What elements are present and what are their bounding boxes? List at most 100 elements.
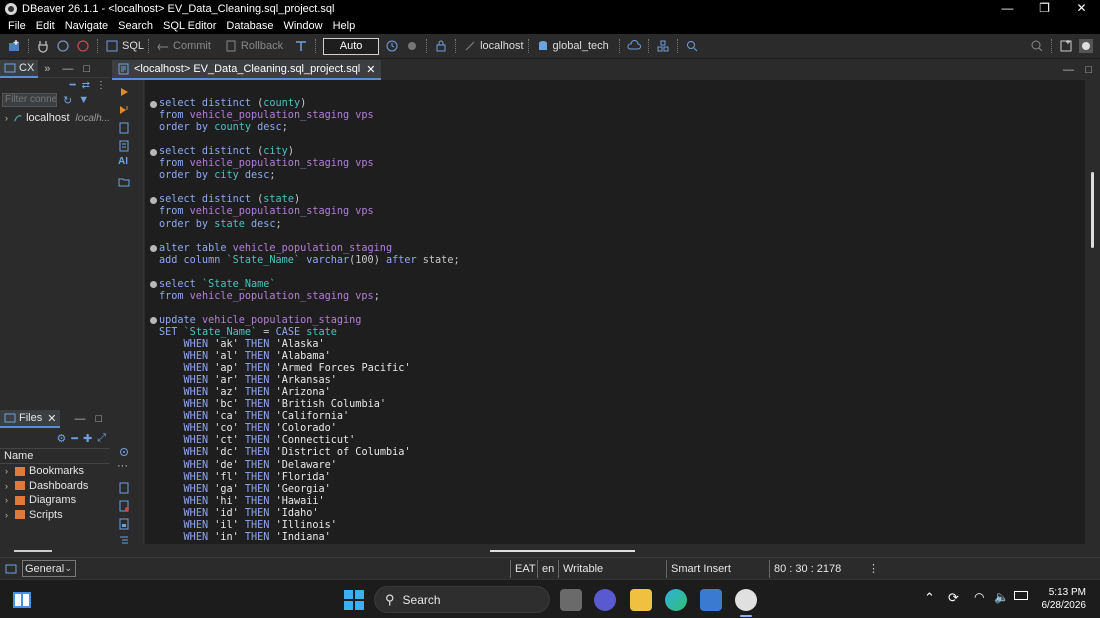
settings-gear-icon[interactable]: ⚙: [56, 432, 66, 445]
more-tabs-icon[interactable]: »: [44, 63, 50, 75]
ai-assistant-icon[interactable]: AI: [118, 156, 128, 167]
navigator-item-localhost[interactable]: › localhost localh...: [0, 110, 110, 126]
minimize-editor-icon[interactable]: —: [1063, 64, 1074, 76]
execute-statement-icon[interactable]: [118, 86, 130, 98]
battery-icon[interactable]: [1014, 591, 1028, 600]
execute-script-icon[interactable]: [118, 122, 130, 134]
more-actions-icon[interactable]: ···: [117, 460, 128, 472]
tab-sql-script[interactable]: <localhost> EV_Data_Cleaning.sql_project…: [112, 60, 382, 80]
chat-icon[interactable]: [594, 589, 616, 611]
editor-horizontal-scrollbar[interactable]: [145, 544, 1085, 557]
menu-search[interactable]: Search: [113, 20, 158, 32]
link-editor-icon[interactable]: ⇄: [82, 80, 90, 91]
new-script-icon[interactable]: [118, 482, 130, 494]
execute-new-tab-icon[interactable]: [118, 104, 130, 116]
menu-help[interactable]: Help: [328, 20, 361, 32]
expand-arrow-icon[interactable]: ›: [5, 495, 15, 505]
cloud-icon[interactable]: [627, 39, 641, 53]
files-column-header[interactable]: Name: [0, 448, 110, 464]
menu-sql-editor[interactable]: SQL Editor: [158, 20, 221, 32]
perspective-window-icon[interactable]: [5, 563, 17, 575]
sql-editor-button[interactable]: SQL: [102, 34, 144, 59]
statement-marker[interactable]: [150, 317, 157, 325]
dbeaver-perspective-icon[interactable]: [1079, 39, 1093, 53]
dbeaver-taskbar-icon[interactable]: [735, 589, 757, 611]
commit-button[interactable]: Commit: [153, 34, 211, 59]
filter-funnel-icon[interactable]: ▼: [78, 94, 89, 106]
status-menu-icon[interactable]: ⋮: [868, 562, 879, 575]
new-connection-icon[interactable]: [7, 39, 21, 53]
collapse-all-icon[interactable]: ━: [70, 80, 76, 91]
menu-window[interactable]: Window: [278, 20, 327, 32]
expand-arrow-icon[interactable]: ›: [5, 510, 15, 520]
maximize-editor-icon[interactable]: □: [1085, 64, 1092, 76]
open-folder-icon[interactable]: [118, 176, 130, 188]
save-script-icon[interactable]: [118, 518, 130, 530]
files-item-dashboards[interactable]: › Dashboards: [0, 479, 110, 494]
reconnect-icon[interactable]: [56, 39, 70, 53]
global-search-icon[interactable]: [1030, 39, 1044, 53]
sql-code-editor[interactable]: select distinct (county) from vehicle_pop…: [145, 80, 1085, 544]
taskbar-search-box[interactable]: ⚲ Search: [374, 586, 550, 613]
files-item-scripts[interactable]: › Scripts: [0, 508, 110, 523]
outline-icon[interactable]: [118, 534, 130, 546]
editor-settings-icon[interactable]: [118, 446, 130, 458]
close-editor-tab-icon[interactable]: ✕: [366, 63, 375, 76]
close-button[interactable]: ✕: [1063, 0, 1100, 18]
horizontal-scroll-thumb[interactable]: [490, 550, 635, 552]
edge-browser-icon[interactable]: [665, 589, 687, 611]
rollback-button[interactable]: Rollback: [221, 34, 283, 59]
minimize-button[interactable]: —: [989, 0, 1026, 18]
windows-start-icon[interactable]: [343, 589, 365, 611]
tab-database-navigator[interactable]: CX: [0, 59, 39, 78]
close-files-tab-icon[interactable]: ✕: [47, 412, 56, 425]
link-files-icon[interactable]: ⤢: [97, 432, 106, 445]
volume-icon[interactable]: 🔈: [994, 590, 1009, 604]
sync-icon[interactable]: ⟳: [948, 590, 959, 606]
tab-files[interactable]: Files ✕: [0, 410, 61, 428]
files-item-diagrams[interactable]: › Diagrams: [0, 493, 110, 508]
expand-arrow-icon[interactable]: ›: [5, 481, 15, 491]
refresh-filter-icon[interactable]: ↻: [63, 94, 72, 107]
menu-file[interactable]: File: [3, 20, 31, 32]
files-item-bookmarks[interactable]: › Bookmarks: [0, 464, 110, 479]
system-clock[interactable]: 5:13 PM 6/28/2026: [1042, 586, 1087, 612]
delete-script-icon[interactable]: [118, 500, 130, 512]
transaction-mode-selector[interactable]: Auto: [323, 37, 380, 55]
add-file-icon[interactable]: ✚: [83, 432, 92, 445]
transaction-mode-icon[interactable]: [294, 39, 308, 53]
maximize-panel-icon[interactable]: □: [83, 63, 90, 75]
schema-icon[interactable]: [656, 39, 670, 53]
editor-vertical-scrollbar[interactable]: [1085, 80, 1100, 544]
menu-edit[interactable]: Edit: [31, 20, 60, 32]
statement-marker[interactable]: [150, 196, 157, 204]
disconnect-icon[interactable]: [76, 39, 90, 53]
stop-icon[interactable]: [405, 39, 419, 53]
navigator-menu-icon[interactable]: ⋮: [96, 80, 106, 91]
expand-arrow-icon[interactable]: ›: [5, 466, 15, 476]
collapse-files-icon[interactable]: ━: [71, 432, 78, 445]
wifi-icon[interactable]: ◠: [974, 590, 984, 604]
file-explorer-icon[interactable]: [630, 589, 652, 611]
menu-database[interactable]: Database: [221, 20, 278, 32]
minimize-files-icon[interactable]: —: [74, 413, 85, 425]
microsoft-store-icon[interactable]: [700, 589, 722, 611]
connection-filter-input[interactable]: Filter conne: [2, 93, 57, 107]
statement-marker[interactable]: [150, 148, 157, 156]
active-database-selector[interactable]: global_tech: [533, 34, 609, 59]
connect-icon[interactable]: [36, 39, 50, 53]
maximize-files-icon[interactable]: □: [95, 413, 102, 425]
statement-marker[interactable]: [150, 100, 157, 108]
explain-plan-icon[interactable]: [118, 140, 130, 152]
files-hscrollbar[interactable]: [14, 550, 52, 552]
task-view-icon[interactable]: [560, 589, 582, 611]
minimize-panel-icon[interactable]: —: [62, 63, 73, 75]
lock-icon[interactable]: [434, 39, 448, 53]
statement-marker[interactable]: [150, 245, 157, 253]
perspective-selector[interactable]: General ⌄: [22, 560, 76, 577]
history-icon[interactable]: [385, 39, 399, 53]
active-connection-selector[interactable]: localhost: [460, 34, 524, 59]
restore-button[interactable]: ❐: [1026, 0, 1063, 18]
statement-marker[interactable]: [150, 281, 157, 289]
perspective-icon[interactable]: [1059, 39, 1073, 53]
